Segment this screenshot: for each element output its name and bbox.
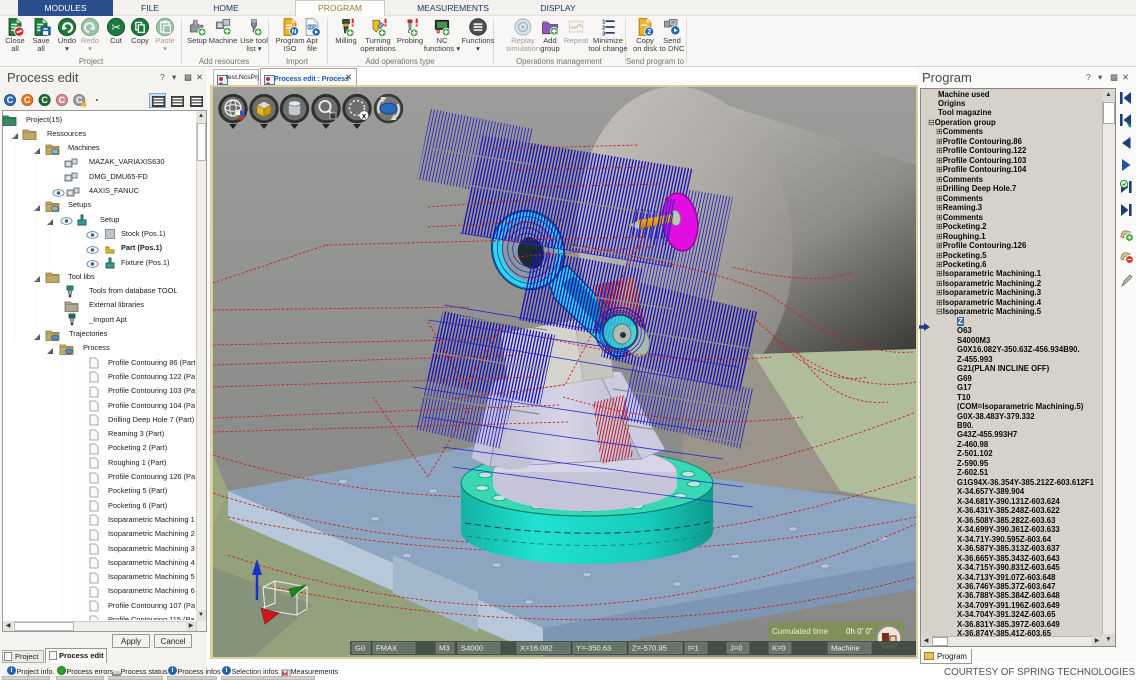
svg-text:Z=-570.95: Z=-570.95 bbox=[632, 644, 667, 653]
svg-text:FMAX: FMAX bbox=[376, 644, 397, 653]
svg-text:I=1: I=1 bbox=[688, 644, 699, 653]
svg-text:X=16.082: X=16.082 bbox=[520, 644, 553, 653]
svg-text:K=0: K=0 bbox=[772, 644, 786, 653]
svg-text:J=0: J=0 bbox=[730, 644, 742, 653]
svg-text:Machine: Machine bbox=[831, 644, 860, 653]
svg-text:M3: M3 bbox=[439, 644, 450, 653]
svg-text:Y=-350.63: Y=-350.63 bbox=[576, 644, 611, 653]
svg-text:G0: G0 bbox=[355, 644, 365, 653]
svg-text:S4000: S4000 bbox=[461, 644, 483, 653]
